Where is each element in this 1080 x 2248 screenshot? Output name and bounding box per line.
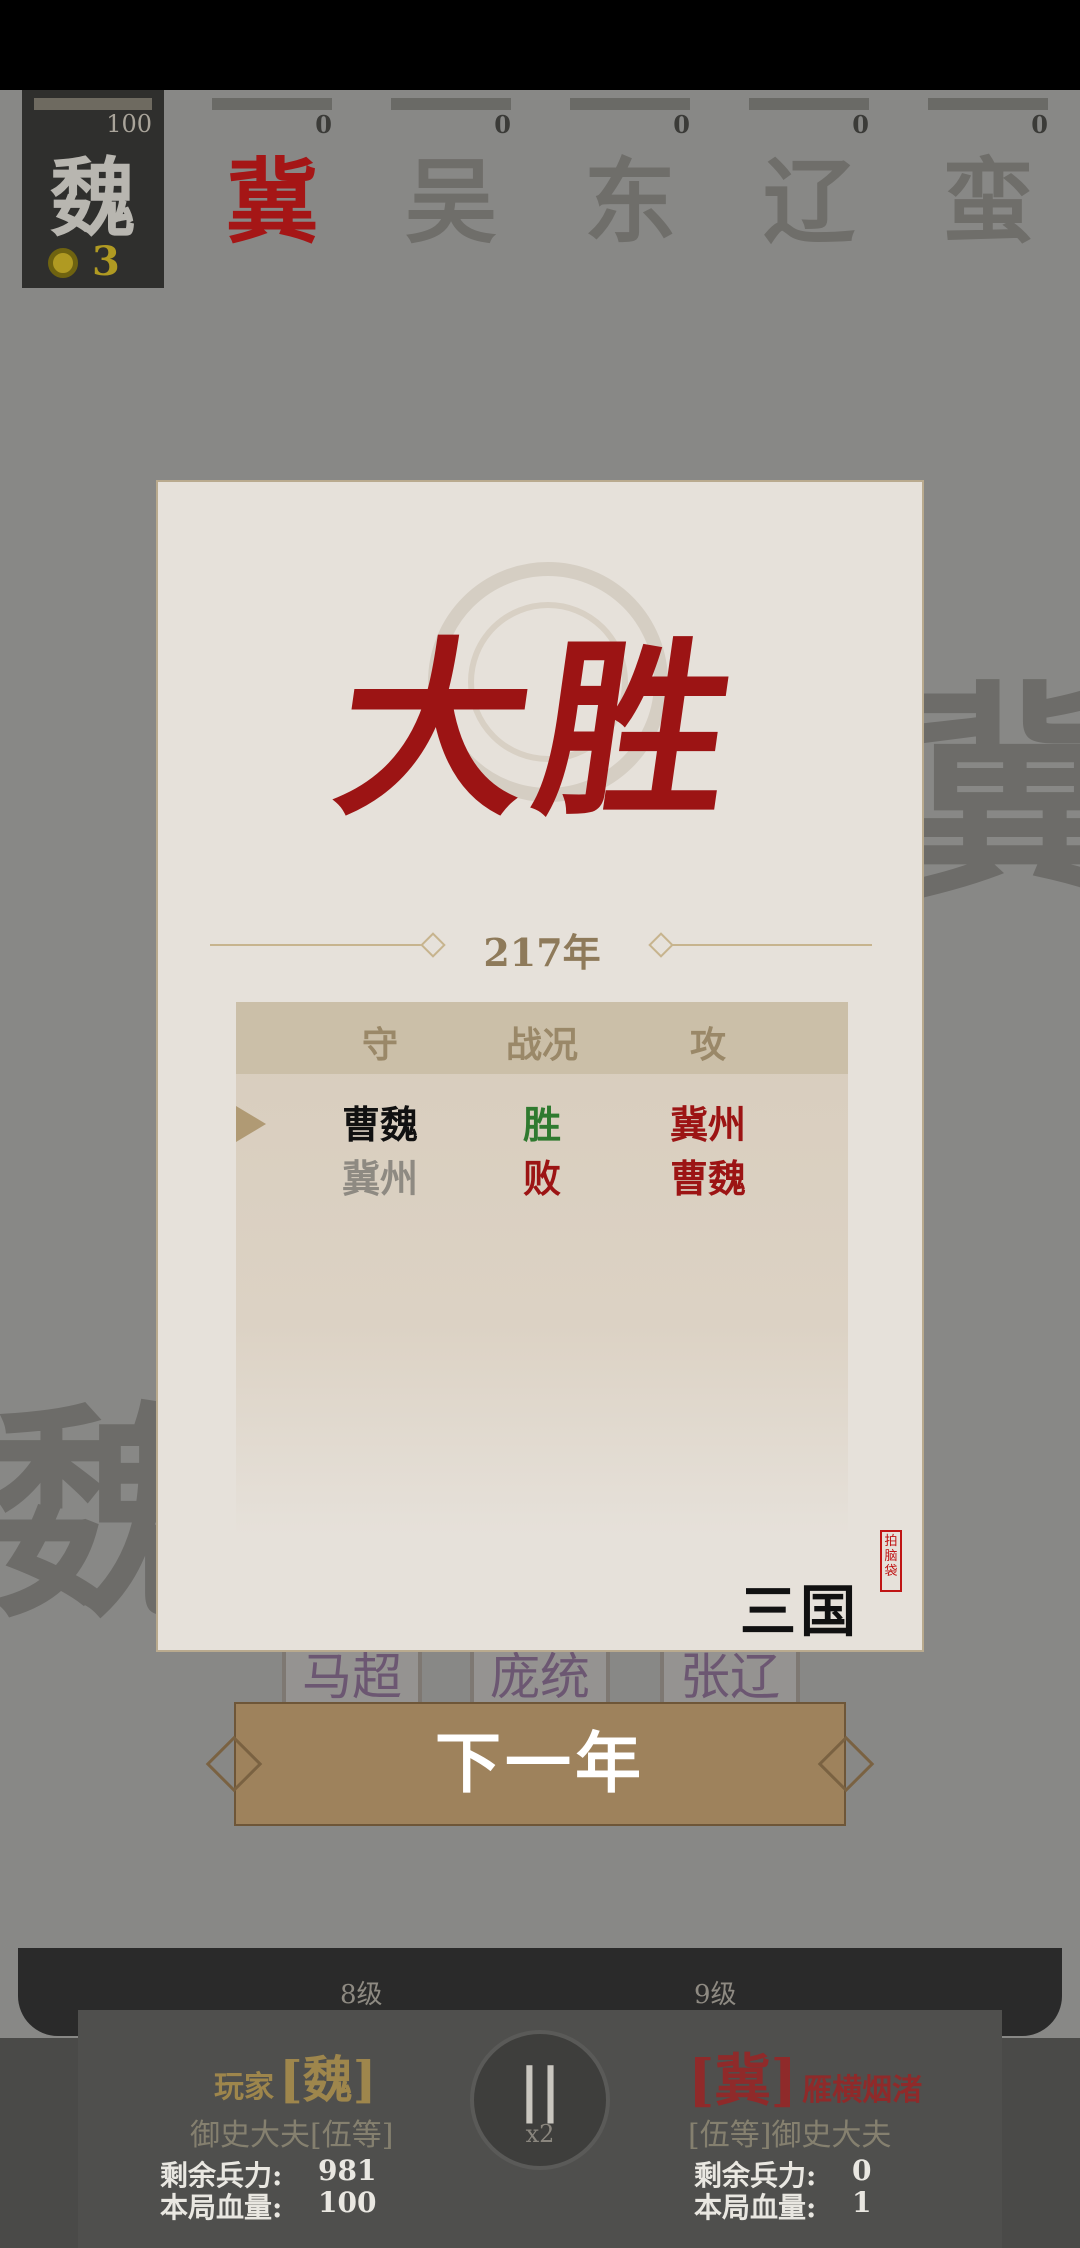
player-faction-glyph: 魏 (50, 148, 136, 249)
game-logo: 三国 (740, 1579, 860, 1645)
enemy-faction-glyph: 东 (583, 148, 676, 256)
player-title: 御史大夫[伍等] (190, 2118, 394, 2153)
battle-table: 守 战况 攻 曹魏 胜 冀州 冀州 败 曹魏 (236, 1002, 848, 1537)
player-name-block: 玩家 [魏] (214, 2040, 376, 2112)
row-attacker: 曹魏 (669, 1156, 746, 1201)
row-defender: 冀州 (341, 1156, 418, 1201)
player-hp-label: 本局血量: (160, 2191, 283, 2224)
opponent-hp-label: 本局血量: (694, 2191, 817, 2224)
next-year-button[interactable]: 下一年 (205, 1702, 875, 1826)
enemy-faction-glyph: 蛮 (941, 148, 1034, 256)
table-row[interactable]: 冀州 败 曹魏 (236, 1148, 848, 1204)
table-header: 守 战况 攻 (236, 1002, 848, 1074)
enemy-strength-bar (570, 98, 690, 110)
row-status: 败 (522, 1156, 561, 1201)
opponent-nickname: 雁横烟渚 (802, 2073, 923, 2108)
player-strength-bar (34, 98, 152, 110)
result-title: 大胜 (324, 619, 756, 842)
opponent-troops-value: 0 (852, 2154, 872, 2187)
enemy-strength-bar (391, 98, 511, 110)
player-faction-name: [魏] (279, 2050, 377, 2109)
row-status: 胜 (522, 1102, 561, 1147)
enemy-strength-bar (928, 98, 1048, 110)
enemy-strength-bar (749, 98, 869, 110)
enemy-faction-wu[interactable]: 0 吴 (391, 90, 511, 256)
pause-button[interactable]: || x2 (470, 2030, 610, 2170)
opponent-faction-name: [冀] (688, 2048, 797, 2114)
pause-icon: || (518, 2056, 562, 2124)
enemy-faction-man[interactable]: 0 蛮 (928, 90, 1048, 256)
enemy-faction-glyph: 吴 (404, 148, 497, 256)
header-defender: 守 (361, 1024, 398, 1066)
table-row[interactable]: 曹魏 胜 冀州 (236, 1094, 848, 1150)
opponent-name-block: [冀] 雁横烟渚 (688, 2036, 922, 2117)
header-attacker: 攻 (689, 1024, 726, 1066)
red-seal-stamp: 拍脑袋 (880, 1530, 902, 1592)
opponent-level: 9级 (694, 1980, 737, 2010)
coin-count: 3 (92, 238, 120, 285)
enemy-faction-glyph: 冀 (225, 148, 318, 256)
enemy-faction-ji[interactable]: 0 冀 (212, 90, 332, 256)
battle-result-dialog: 大胜 217年 守 战况 攻 曹魏 胜 冀州 冀州 败 曹魏 三国 拍脑袋 (156, 480, 924, 1652)
player-prefix: 玩家 (214, 2070, 274, 2105)
enemy-faction-glyph: 辽 (762, 148, 855, 256)
player-hp-value: 100 (318, 2186, 377, 2219)
coin-icon (48, 248, 78, 278)
enemy-strength-bar (212, 98, 332, 110)
player-level: 8级 (340, 1980, 383, 2010)
opponent-title: [伍等]御史大夫 (688, 2118, 892, 2153)
next-year-label: 下一年 (435, 1724, 645, 1802)
battle-year: 217年 (483, 930, 601, 975)
player-faction-card[interactable]: 100 魏 3 (22, 90, 164, 288)
row-attacker: 冀州 (669, 1102, 746, 1147)
status-bar (0, 0, 1080, 90)
player-troops-value: 981 (318, 2154, 377, 2187)
opponent-hp-value: 1 (852, 2186, 872, 2219)
enemy-faction-liao[interactable]: 0 辽 (749, 90, 869, 256)
enemy-faction-dong[interactable]: 0 东 (570, 90, 690, 256)
row-defender: 曹魏 (341, 1102, 418, 1147)
header-status: 战况 (505, 1024, 578, 1066)
speed-indicator[interactable]: x2 (474, 2120, 606, 2148)
